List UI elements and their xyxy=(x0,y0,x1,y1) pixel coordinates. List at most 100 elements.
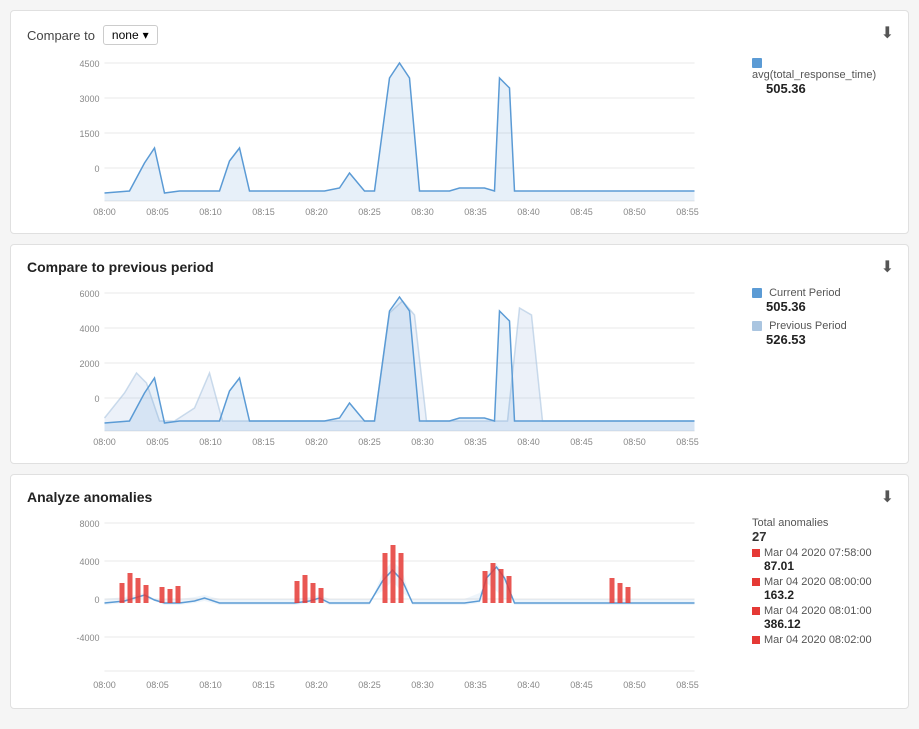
download-button-2[interactable]: ⬇ xyxy=(881,257,894,277)
anomaly-dot-3 xyxy=(752,636,760,644)
anomaly-dot-0 xyxy=(752,549,760,557)
svg-text:08:55: 08:55 xyxy=(676,207,699,217)
panel2-chart: 6000 4000 2000 0 08:00 08:05 08:10 08:15… xyxy=(27,283,742,453)
svg-text:08:25: 08:25 xyxy=(358,680,381,690)
anomaly-date-2: Mar 04 2020 08:01:00 xyxy=(764,605,872,617)
download-button-1[interactable]: ⬇ xyxy=(881,23,894,43)
svg-text:08:40: 08:40 xyxy=(517,437,540,447)
legend-item-previous: Previous Period 526.53 xyxy=(752,320,892,347)
svg-text:8000: 8000 xyxy=(79,519,99,529)
legend-label-previous: Previous Period xyxy=(769,320,847,332)
svg-text:08:00: 08:00 xyxy=(93,207,116,217)
svg-text:08:00: 08:00 xyxy=(93,437,116,447)
svg-text:2000: 2000 xyxy=(79,359,99,369)
compare-dropdown[interactable]: none ▾ xyxy=(103,25,158,45)
anomaly-val-0: 87.01 xyxy=(764,559,872,573)
legend-value-previous: 526.53 xyxy=(766,332,892,347)
anomaly-entry-0: Mar 04 2020 07:58:00 87.01 xyxy=(752,547,892,573)
svg-text:08:20: 08:20 xyxy=(305,437,328,447)
total-anomalies-value: 27 xyxy=(752,529,892,544)
svg-text:08:25: 08:25 xyxy=(358,207,381,217)
legend-color-1 xyxy=(752,58,762,68)
panel2-chart-container: 6000 4000 2000 0 08:00 08:05 08:10 08:15… xyxy=(27,283,892,453)
panel2-legend: Current Period 505.36 Previous Period 52… xyxy=(752,283,892,453)
download-button-3[interactable]: ⬇ xyxy=(881,487,894,507)
anomaly-entry-2: Mar 04 2020 08:01:00 386.12 xyxy=(752,605,892,631)
analyze-anomalies-panel: Analyze anomalies ⬇ 8000 4000 0 -4000 xyxy=(10,474,909,709)
svg-text:08:45: 08:45 xyxy=(570,680,593,690)
svg-text:3000: 3000 xyxy=(79,94,99,104)
panel3-header: Analyze anomalies xyxy=(27,489,892,505)
svg-text:08:25: 08:25 xyxy=(358,437,381,447)
svg-text:08:15: 08:15 xyxy=(252,437,275,447)
anomaly-val-2: 386.12 xyxy=(764,617,872,631)
compare-label: Compare to xyxy=(27,28,95,43)
svg-text:08:50: 08:50 xyxy=(623,437,646,447)
svg-text:08:15: 08:15 xyxy=(252,680,275,690)
svg-text:6000: 6000 xyxy=(79,289,99,299)
svg-text:08:30: 08:30 xyxy=(411,207,434,217)
legend-item-1: avg(total_response_time) 505.36 xyxy=(752,57,892,96)
panel3-title: Analyze anomalies xyxy=(27,489,152,505)
svg-text:08:50: 08:50 xyxy=(623,680,646,690)
anomaly-date-1: Mar 04 2020 08:00:00 xyxy=(764,576,872,588)
svg-text:08:10: 08:10 xyxy=(199,680,222,690)
panel1-chart: 4500 3000 1500 0 08:00 08:05 08:10 08:15… xyxy=(27,53,742,223)
svg-text:08:30: 08:30 xyxy=(411,680,434,690)
chevron-down-icon: ▾ xyxy=(143,28,149,42)
panel2-header: Compare to previous period xyxy=(27,259,892,275)
compare-to-panel: Compare to none ▾ ⬇ 4500 3000 1500 0 xyxy=(10,10,909,234)
anomaly-dot-2 xyxy=(752,607,760,615)
svg-text:08:10: 08:10 xyxy=(199,437,222,447)
svg-text:08:50: 08:50 xyxy=(623,207,646,217)
svg-text:08:35: 08:35 xyxy=(464,680,487,690)
svg-text:08:55: 08:55 xyxy=(676,437,699,447)
svg-text:08:35: 08:35 xyxy=(464,207,487,217)
dropdown-value: none xyxy=(112,28,139,42)
svg-text:0: 0 xyxy=(94,595,99,605)
legend-item-current: Current Period 505.36 xyxy=(752,287,892,314)
anomaly-entry-1: Mar 04 2020 08:00:00 163.2 xyxy=(752,576,892,602)
anomaly-val-1: 163.2 xyxy=(764,588,872,602)
panel1-chart-container: 4500 3000 1500 0 08:00 08:05 08:10 08:15… xyxy=(27,53,892,223)
legend-label-1: avg(total_response_time) xyxy=(752,69,876,81)
svg-text:0: 0 xyxy=(94,164,99,174)
svg-text:08:45: 08:45 xyxy=(570,437,593,447)
svg-text:08:30: 08:30 xyxy=(411,437,434,447)
panel3-chart: 8000 4000 0 -4000 xyxy=(27,513,742,698)
legend-label-current: Current Period xyxy=(769,287,841,299)
svg-text:08:20: 08:20 xyxy=(305,207,328,217)
compare-previous-panel: Compare to previous period ⬇ 6000 4000 2… xyxy=(10,244,909,464)
svg-text:08:35: 08:35 xyxy=(464,437,487,447)
anomaly-date-0: Mar 04 2020 07:58:00 xyxy=(764,547,872,559)
svg-text:-4000: -4000 xyxy=(76,633,99,643)
panel1-chart-area: 4500 3000 1500 0 08:00 08:05 08:10 08:15… xyxy=(27,53,742,223)
svg-text:4500: 4500 xyxy=(79,59,99,69)
panel3-chart-container: 8000 4000 0 -4000 xyxy=(27,513,892,698)
legend-color-current xyxy=(752,288,762,298)
legend-value-1: 505.36 xyxy=(766,81,892,96)
anomaly-entry-3: Mar 04 2020 08:02:00 xyxy=(752,634,892,646)
panel3-chart-area: 8000 4000 0 -4000 xyxy=(27,513,742,698)
svg-text:08:15: 08:15 xyxy=(252,207,275,217)
svg-text:08:55: 08:55 xyxy=(676,680,699,690)
svg-text:08:05: 08:05 xyxy=(146,437,169,447)
svg-text:08:00: 08:00 xyxy=(93,680,116,690)
legend-value-current: 505.36 xyxy=(766,299,892,314)
panel1-legend: avg(total_response_time) 505.36 xyxy=(752,53,892,223)
svg-text:4000: 4000 xyxy=(79,324,99,334)
legend-color-previous xyxy=(752,321,762,331)
svg-text:08:05: 08:05 xyxy=(146,207,169,217)
total-anomalies-label: Total anomalies xyxy=(752,517,892,529)
svg-text:08:40: 08:40 xyxy=(517,680,540,690)
svg-text:08:20: 08:20 xyxy=(305,680,328,690)
svg-text:08:40: 08:40 xyxy=(517,207,540,217)
svg-text:08:45: 08:45 xyxy=(570,207,593,217)
anomaly-date-3: Mar 04 2020 08:02:00 xyxy=(764,634,872,646)
svg-text:1500: 1500 xyxy=(79,129,99,139)
svg-text:08:05: 08:05 xyxy=(146,680,169,690)
svg-text:4000: 4000 xyxy=(79,557,99,567)
svg-text:08:10: 08:10 xyxy=(199,207,222,217)
panel3-legend: Total anomalies 27 Mar 04 2020 07:58:00 … xyxy=(752,513,892,698)
anomaly-dot-1 xyxy=(752,578,760,586)
